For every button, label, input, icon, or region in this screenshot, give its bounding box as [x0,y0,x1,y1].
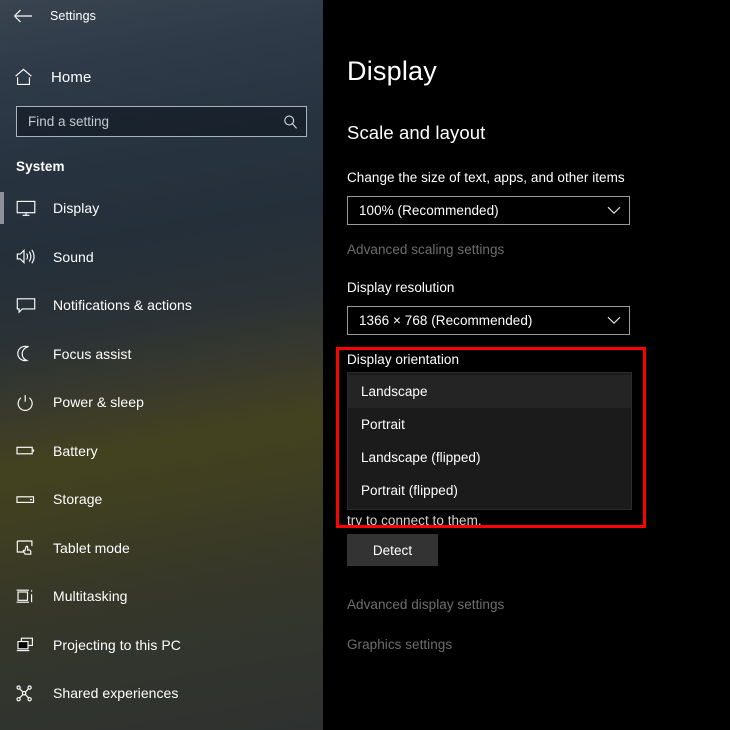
advanced-display-settings-link[interactable]: Advanced display settings [347,597,504,612]
home-icon [14,68,44,86]
sidebar-item-label: Focus assist [53,346,131,362]
share-icon [16,685,46,702]
title-bar: Settings [0,0,323,32]
sidebar-item-tablet-mode[interactable]: Tablet mode [0,524,323,573]
sidebar-item-home[interactable]: Home [0,57,323,97]
battery-icon [16,442,46,459]
sidebar-item-label: Battery [53,443,98,459]
resolution-dropdown[interactable]: 1366 × 768 (Recommended) [347,306,630,335]
scale-and-layout-heading: Scale and layout [347,122,485,144]
orientation-option-label: Portrait [361,417,405,432]
storage-icon [16,491,46,508]
scale-dropdown-value: 100% (Recommended) [359,203,607,218]
sidebar-item-label: Storage [53,491,102,507]
sidebar-item-multitasking[interactable]: Multitasking [0,572,323,621]
scale-dropdown[interactable]: 100% (Recommended) [347,196,630,225]
tablet-icon [16,539,46,556]
orientation-option-label: Portrait (flipped) [361,483,458,498]
sidebar-item-label: Power & sleep [53,394,144,410]
project-icon [16,636,46,653]
settings-window: Settings Home System [0,0,730,730]
sidebar-item-storage[interactable]: Storage [0,475,323,524]
orientation-option-portrait-flipped[interactable]: Portrait (flipped) [348,474,631,507]
sidebar-item-label: Shared experiences [53,685,178,701]
search-input[interactable] [16,106,307,137]
sidebar-item-label: Notifications & actions [53,297,192,313]
home-label: Home [51,69,91,86]
back-arrow-icon[interactable] [0,1,46,31]
sidebar-item-label: Multitasking [53,588,128,604]
sidebar-item-battery[interactable]: Battery [0,427,323,476]
chevron-down-icon [607,206,621,215]
sidebar-item-power-sleep[interactable]: Power & sleep [0,378,323,427]
orientation-option-portrait[interactable]: Portrait [348,408,631,441]
sidebar-item-projecting[interactable]: Projecting to this PC [0,621,323,670]
resolution-field-label: Display resolution [347,280,454,295]
page-title: Display [347,56,437,87]
orientation-field-label: Display orientation [347,352,459,367]
window-title: Settings [50,9,96,23]
chevron-down-icon [607,316,621,325]
graphics-settings-link[interactable]: Graphics settings [347,637,452,652]
sidebar-item-shared-experiences[interactable]: Shared experiences [0,669,323,718]
detect-button[interactable]: Detect [347,534,438,566]
sidebar-item-label: Projecting to this PC [53,637,181,653]
orientation-option-landscape-flipped[interactable]: Landscape (flipped) [348,441,631,474]
sidebar: Settings Home System [0,0,323,730]
main-content: Display Scale and layout Change the size… [323,0,730,730]
sidebar-item-label: Tablet mode [53,540,130,556]
notification-icon [16,297,46,314]
orientation-option-landscape[interactable]: Landscape [348,375,631,408]
resolution-dropdown-value: 1366 × 768 (Recommended) [359,313,607,328]
sidebar-item-label: Display [53,200,99,216]
sidebar-item-focus-assist[interactable]: Focus assist [0,330,323,379]
sidebar-item-sound[interactable]: Sound [0,233,323,282]
orientation-option-label: Landscape (flipped) [361,450,481,465]
speaker-icon [16,248,46,265]
advanced-scaling-settings-link[interactable]: Advanced scaling settings [347,242,504,257]
sidebar-item-label: Sound [53,249,94,265]
sidebar-item-notifications[interactable]: Notifications & actions [0,281,323,330]
power-icon [16,394,46,411]
search-container [16,106,307,137]
scale-field-label: Change the size of text, apps, and other… [347,170,625,185]
multitasking-icon [16,588,46,605]
sidebar-section-title: System [0,159,323,174]
sidebar-nav-list: Display Sound [0,184,323,718]
orientation-option-label: Landscape [361,384,428,399]
orientation-dropdown-list[interactable]: Landscape Portrait Landscape (flipped) P… [347,372,632,510]
monitor-icon [16,200,46,217]
moon-icon [16,345,46,362]
sidebar-item-display[interactable]: Display [0,184,323,233]
